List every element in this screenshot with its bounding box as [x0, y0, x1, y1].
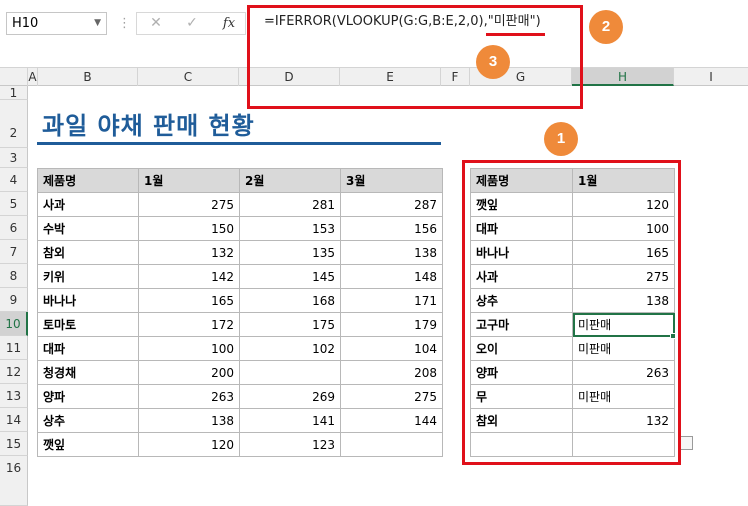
value-cell[interactable]: 269 [239, 384, 341, 409]
value-cell[interactable]: 175 [239, 312, 341, 337]
value-cell[interactable]: 168 [239, 288, 341, 313]
name-box[interactable]: H10 ▼ [6, 12, 107, 35]
table-row: 바나나 165 168 171 [37, 288, 443, 313]
formula-bar-grip-icon: ⋮ [118, 16, 131, 31]
value-cell[interactable]: 208 [340, 360, 443, 385]
value-cell[interactable]: 104 [340, 336, 443, 361]
product-cell[interactable]: 키위 [37, 264, 139, 289]
paste-options-icon[interactable] [679, 436, 693, 450]
header-cell[interactable]: 1월 [138, 168, 240, 193]
header-cell[interactable]: 2월 [239, 168, 341, 193]
row-header-16[interactable]: 16 [0, 456, 28, 506]
value-cell[interactable]: 148 [340, 264, 443, 289]
row-header-2[interactable]: 2 [0, 100, 28, 148]
value-cell[interactable]: 156 [340, 216, 443, 241]
row-header-9[interactable]: 9 [0, 288, 28, 312]
column-header-a[interactable]: A [28, 68, 38, 86]
product-cell[interactable]: 수박 [37, 216, 139, 241]
value-cell[interactable]: 100 [138, 336, 240, 361]
step-badge-3: 3 [476, 45, 510, 79]
formula-highlight-box [247, 5, 583, 109]
table-row: 양파 263 269 275 [37, 384, 443, 409]
row-header-4[interactable]: 4 [0, 168, 28, 192]
value-cell[interactable]: 172 [138, 312, 240, 337]
formula-buttons: ✕ ✓ fx [136, 12, 246, 35]
value-cell[interactable]: 123 [239, 432, 341, 457]
value-cell[interactable] [239, 360, 341, 385]
product-cell[interactable]: 양파 [37, 384, 139, 409]
value-cell[interactable]: 150 [138, 216, 240, 241]
row-header-8[interactable]: 8 [0, 264, 28, 288]
value-cell[interactable]: 275 [340, 384, 443, 409]
value-cell[interactable]: 141 [239, 408, 341, 433]
value-cell[interactable]: 142 [138, 264, 240, 289]
table-row: 상추 138 141 144 [37, 408, 443, 433]
row-header-5[interactable]: 5 [0, 192, 28, 216]
value-cell[interactable]: 263 [138, 384, 240, 409]
value-cell[interactable]: 135 [239, 240, 341, 265]
enter-icon[interactable]: ✓ [181, 13, 203, 34]
column-header-c[interactable]: C [138, 68, 239, 86]
header-cell[interactable]: 제품명 [37, 168, 139, 193]
value-cell[interactable]: 144 [340, 408, 443, 433]
table-row: 깻잎 120 123 [37, 432, 443, 457]
value-cell[interactable]: 281 [239, 192, 341, 217]
row-header-10[interactable]: 10 [0, 312, 28, 336]
row-header-13[interactable]: 13 [0, 384, 28, 408]
value-cell[interactable]: 102 [239, 336, 341, 361]
cancel-icon[interactable]: ✕ [145, 13, 167, 34]
product-cell[interactable]: 대파 [37, 336, 139, 361]
value-cell[interactable]: 200 [138, 360, 240, 385]
chevron-down-icon[interactable]: ▼ [94, 13, 101, 34]
value-cell[interactable] [340, 432, 443, 457]
product-cell[interactable]: 사과 [37, 192, 139, 217]
row-header-14[interactable]: 14 [0, 408, 28, 432]
value-cell[interactable]: 287 [340, 192, 443, 217]
column-header-i[interactable]: I [674, 68, 748, 86]
row-header-12[interactable]: 12 [0, 360, 28, 384]
product-cell[interactable]: 청경채 [37, 360, 139, 385]
value-cell[interactable]: 138 [138, 408, 240, 433]
value-cell[interactable]: 171 [340, 288, 443, 313]
row-header-15[interactable]: 15 [0, 432, 28, 456]
select-all-corner[interactable] [0, 68, 28, 86]
value-cell[interactable]: 275 [138, 192, 240, 217]
table-row: 사과 275 281 287 [37, 192, 443, 217]
table-row: 대파 100 102 104 [37, 336, 443, 361]
title-underline [37, 142, 441, 145]
product-cell[interactable]: 토마토 [37, 312, 139, 337]
value-cell[interactable]: 138 [340, 240, 443, 265]
table-row: 토마토 172 175 179 [37, 312, 443, 337]
row-header-7[interactable]: 7 [0, 240, 28, 264]
value-cell[interactable]: 179 [340, 312, 443, 337]
row-header-11[interactable]: 11 [0, 336, 28, 360]
name-box-value: H10 [12, 16, 39, 31]
table-row: 수박 150 153 156 [37, 216, 443, 241]
value-cell[interactable]: 120 [138, 432, 240, 457]
step-badge-1: 1 [544, 122, 578, 156]
column-header-h[interactable]: H [572, 68, 674, 86]
value-cell[interactable]: 153 [239, 216, 341, 241]
value-cell[interactable]: 145 [239, 264, 341, 289]
row-header-3[interactable]: 3 [0, 148, 28, 168]
product-cell[interactable]: 참외 [37, 240, 139, 265]
row-header-1[interactable]: 1 [0, 86, 28, 100]
insert-function-icon[interactable]: fx [217, 13, 241, 34]
product-cell[interactable]: 상추 [37, 408, 139, 433]
product-cell[interactable]: 바나나 [37, 288, 139, 313]
table-highlight-box [462, 160, 681, 465]
table-row: 참외 132 135 138 [37, 240, 443, 265]
header-cell[interactable]: 3월 [340, 168, 443, 193]
product-cell[interactable]: 깻잎 [37, 432, 139, 457]
value-cell[interactable]: 132 [138, 240, 240, 265]
column-header-b[interactable]: B [38, 68, 138, 86]
step-badge-2: 2 [589, 10, 623, 44]
page-title: 과일 야채 판매 현황 [42, 112, 255, 140]
row-header-6[interactable]: 6 [0, 216, 28, 240]
table-header-row: 제품명 1월 2월 3월 [37, 168, 443, 193]
table-row: 청경채 200 208 [37, 360, 443, 385]
sales-table: 제품명 1월 2월 3월 사과 275 281 287 수박 150 153 156 참외 1… [37, 168, 443, 457]
table-row: 키위 142 145 148 [37, 264, 443, 289]
value-cell[interactable]: 165 [138, 288, 240, 313]
